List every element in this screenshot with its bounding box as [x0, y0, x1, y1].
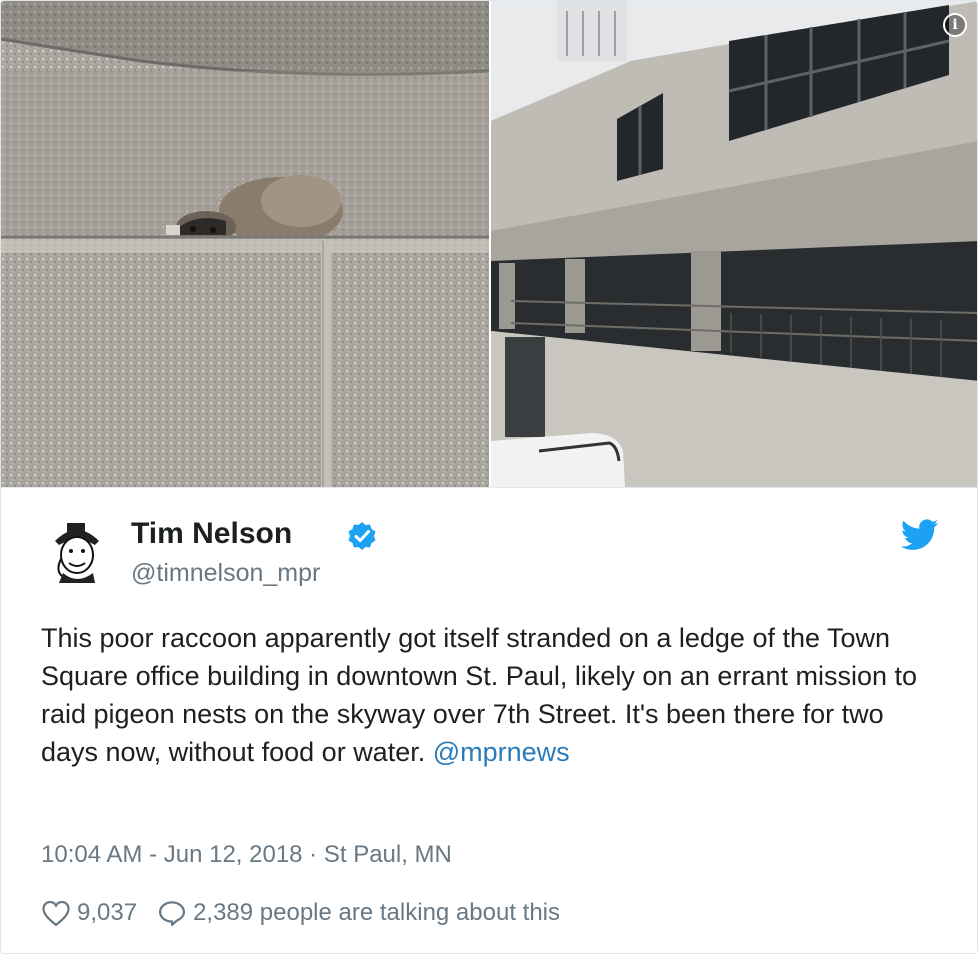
- twitter-bird-icon[interactable]: [900, 519, 939, 551]
- heart-icon: [42, 900, 70, 927]
- avatar[interactable]: [41, 515, 113, 587]
- embedded-tweet-card: i Tim Nelson @timnelson_mpr This poor ra…: [0, 0, 978, 954]
- tweet-actions: 9,037 2,389 people are talking about thi…: [41, 895, 560, 931]
- tweet-timestamp[interactable]: 10:04 AM - Jun 12, 2018 · St Paul, MN: [41, 841, 452, 869]
- speech-bubble-icon: [159, 901, 186, 926]
- verified-badge-icon: [347, 521, 377, 551]
- info-icon[interactable]: i: [943, 13, 967, 37]
- tweet-text: This poor raccoon apparently got itself …: [41, 619, 941, 771]
- media-divider: [1, 487, 977, 488]
- tweet-media: i: [1, 1, 977, 487]
- talking-count: 2,389 people are talking about this: [193, 899, 560, 926]
- raccoon-photo[interactable]: [1, 1, 489, 487]
- building-photo[interactable]: [491, 1, 977, 487]
- like-count: 9,037: [77, 899, 138, 926]
- author-handle[interactable]: @timnelson_mpr: [131, 559, 320, 588]
- mention-link[interactable]: @mprnews: [433, 737, 570, 767]
- tweet-header: Tim Nelson @timnelson_mpr: [41, 515, 941, 595]
- like-button[interactable]: 9,037: [41, 899, 137, 927]
- author-name[interactable]: Tim Nelson: [131, 517, 292, 551]
- conversation-button[interactable]: 2,389 people are talking about this: [157, 899, 560, 927]
